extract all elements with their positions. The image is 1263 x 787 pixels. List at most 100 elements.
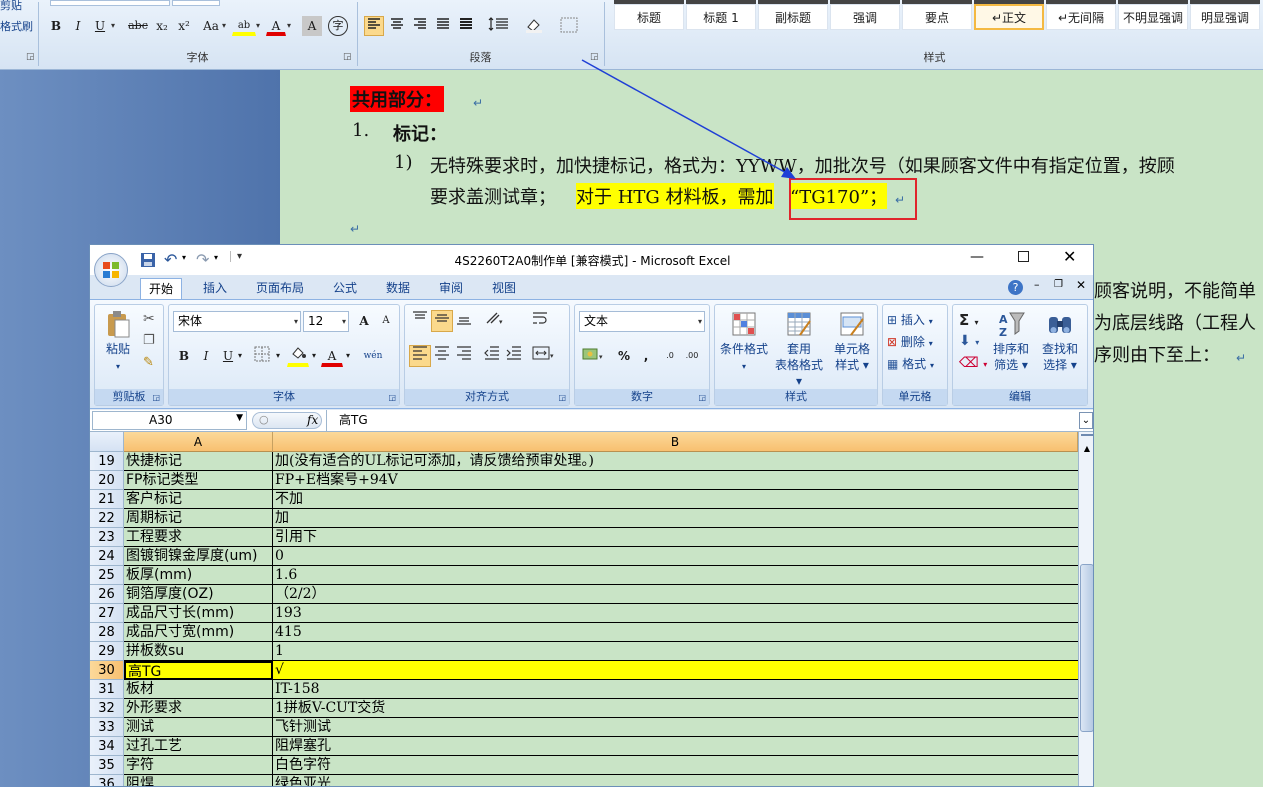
tab-insert[interactable]: 插入: [195, 278, 235, 299]
insert-cells-button[interactable]: ⊞ 插入 ▾: [887, 311, 933, 328]
cancel-edit-icon[interactable]: ○: [259, 413, 269, 426]
tab-review[interactable]: 审阅: [431, 278, 471, 299]
cut-icon[interactable]: ✂: [143, 311, 155, 327]
cell-b[interactable]: 0: [273, 547, 1078, 566]
vertical-scrollbar[interactable]: ▲: [1078, 432, 1093, 786]
row-header[interactable]: 19: [90, 452, 124, 471]
align-left-button[interactable]: [409, 345, 431, 367]
borders-button[interactable]: [251, 345, 273, 367]
decrease-decimal-button[interactable]: .00: [681, 345, 703, 367]
grow-font-button[interactable]: A: [353, 310, 375, 332]
office-button[interactable]: [94, 253, 128, 287]
cell-a[interactable]: 成品尺寸宽(mm): [124, 623, 273, 642]
insert-function-icon[interactable]: fx: [307, 413, 318, 427]
font-color-button[interactable]: A: [321, 345, 343, 367]
cell-b[interactable]: 193: [273, 604, 1078, 623]
select-all-corner[interactable]: [90, 432, 124, 452]
align-bottom-button[interactable]: [453, 310, 475, 332]
minimize-icon[interactable]: —: [970, 249, 984, 265]
cell-b[interactable]: 引用下: [273, 528, 1078, 547]
scroll-thumb[interactable]: [1080, 564, 1093, 732]
row-header[interactable]: 35: [90, 756, 124, 775]
cell-a[interactable]: 字符: [124, 756, 273, 775]
cell-b[interactable]: 1拼板V-CUT交货: [273, 699, 1078, 718]
cell-a[interactable]: 工程要求: [124, 528, 273, 547]
cell-b[interactable]: 加: [273, 509, 1078, 528]
tab-data[interactable]: 数据: [378, 278, 418, 299]
fill-icon[interactable]: ⬇ ▾: [959, 333, 979, 349]
clear-icon[interactable]: ⌫ ▾: [959, 355, 987, 371]
excel-window[interactable]: ↶ ▾ ↷ ▾ ▾ 4S2260T2A0制作单 [兼容模式] - Microso…: [89, 244, 1094, 787]
font-size-combo[interactable]: 12 ▾: [303, 311, 349, 332]
chevron-down-icon[interactable]: ▾: [309, 345, 319, 367]
cell-b[interactable]: （2/2）: [273, 585, 1078, 604]
accounting-format-button[interactable]: ▾: [579, 345, 609, 367]
maximize-icon[interactable]: [1018, 251, 1029, 262]
row-header[interactable]: 34: [90, 737, 124, 756]
scroll-up-icon[interactable]: ▲: [1080, 442, 1093, 456]
row-header[interactable]: 30: [90, 661, 124, 680]
workbook-close-icon[interactable]: ✕: [1076, 278, 1086, 292]
increase-indent-button[interactable]: [503, 345, 525, 367]
cell-a[interactable]: 拼板数su: [124, 642, 273, 661]
cell-b[interactable]: 飞针测试: [273, 718, 1078, 737]
decrease-indent-button[interactable]: [481, 345, 503, 367]
column-header-b[interactable]: B: [273, 432, 1078, 452]
row-header[interactable]: 31: [90, 680, 124, 699]
font-launcher-icon[interactable]: ◲: [388, 393, 396, 402]
column-header-a[interactable]: A: [124, 432, 273, 452]
cell-b[interactable]: 不加: [273, 490, 1078, 509]
formula-input[interactable]: 高TG: [326, 410, 1077, 431]
cell-a[interactable]: 板材: [124, 680, 273, 699]
align-middle-button[interactable]: [431, 310, 453, 332]
orientation-button[interactable]: ▾: [481, 310, 511, 332]
format-painter-icon[interactable]: ✎: [143, 355, 154, 370]
merge-center-button[interactable]: ▾: [529, 345, 559, 367]
chevron-down-icon[interactable]: ▾: [343, 345, 353, 367]
chevron-down-icon[interactable]: ▼: [236, 413, 243, 423]
tab-view[interactable]: 视图: [484, 278, 524, 299]
delete-cells-button[interactable]: ⊠ 删除 ▾: [887, 333, 933, 350]
cell-a[interactable]: 成品尺寸长(mm): [124, 604, 273, 623]
cell-a[interactable]: 客户标记: [124, 490, 273, 509]
format-as-table-button[interactable]: 套用 表格格式 ▾: [771, 309, 827, 389]
fill-color-button[interactable]: [287, 345, 309, 367]
row-header[interactable]: 24: [90, 547, 124, 566]
cell-a[interactable]: 图镀铜镍金厚度(um): [124, 547, 273, 566]
cell-a[interactable]: 快捷标记: [124, 452, 273, 471]
row-header[interactable]: 28: [90, 623, 124, 642]
cell-a[interactable]: 外形要求: [124, 699, 273, 718]
row-header[interactable]: 23: [90, 528, 124, 547]
cell-b[interactable]: 白色字符: [273, 756, 1078, 775]
cell-a[interactable]: 周期标记: [124, 509, 273, 528]
align-center-button[interactable]: [431, 345, 453, 367]
row-header[interactable]: 33: [90, 718, 124, 737]
format-cells-button[interactable]: ▦ 格式 ▾: [887, 355, 934, 372]
cell-a[interactable]: FP标记类型: [124, 471, 273, 490]
align-top-button[interactable]: [409, 310, 431, 332]
worksheet-grid[interactable]: A B 19 快捷标记 加(没有适合的UL标记可添加，请反馈给预审处理。) 20 FP标…: [90, 432, 1093, 786]
expand-formula-bar-icon[interactable]: ⌄: [1079, 412, 1093, 429]
increase-decimal-button[interactable]: .0: [659, 345, 681, 367]
cell-a[interactable]: 板厚(mm): [124, 566, 273, 585]
cell-a[interactable]: 铜箔厚度(OZ): [124, 585, 273, 604]
cell-a[interactable]: 阻焊: [124, 775, 273, 786]
chevron-down-icon[interactable]: ▾: [273, 345, 283, 367]
italic-button[interactable]: I: [195, 345, 217, 367]
find-select-button[interactable]: 查找和 选择 ▾: [1035, 309, 1085, 373]
paste-button[interactable]: 粘贴 ▾: [101, 309, 135, 375]
workbook-restore-icon[interactable]: ❐: [1054, 279, 1063, 290]
split-box-icon[interactable]: [1081, 434, 1093, 438]
cell-b[interactable]: 415: [273, 623, 1078, 642]
bold-button[interactable]: B: [173, 345, 195, 367]
number-format-combo[interactable]: 文本 ▾: [579, 311, 705, 332]
name-box[interactable]: A30 ▼: [92, 411, 247, 430]
row-header[interactable]: 32: [90, 699, 124, 718]
shrink-font-button[interactable]: A: [375, 310, 397, 332]
sort-filter-button[interactable]: AZ 排序和 筛选 ▾: [987, 309, 1035, 373]
excel-title-bar[interactable]: ↶ ▾ ↷ ▾ ▾ 4S2260T2A0制作单 [兼容模式] - Microso…: [90, 245, 1093, 287]
autosum-icon[interactable]: Σ ▾: [959, 311, 978, 329]
cell-b[interactable]: IT-158: [273, 680, 1078, 699]
cell-b[interactable]: 1: [273, 642, 1078, 661]
percent-style-button[interactable]: %: [613, 345, 635, 367]
